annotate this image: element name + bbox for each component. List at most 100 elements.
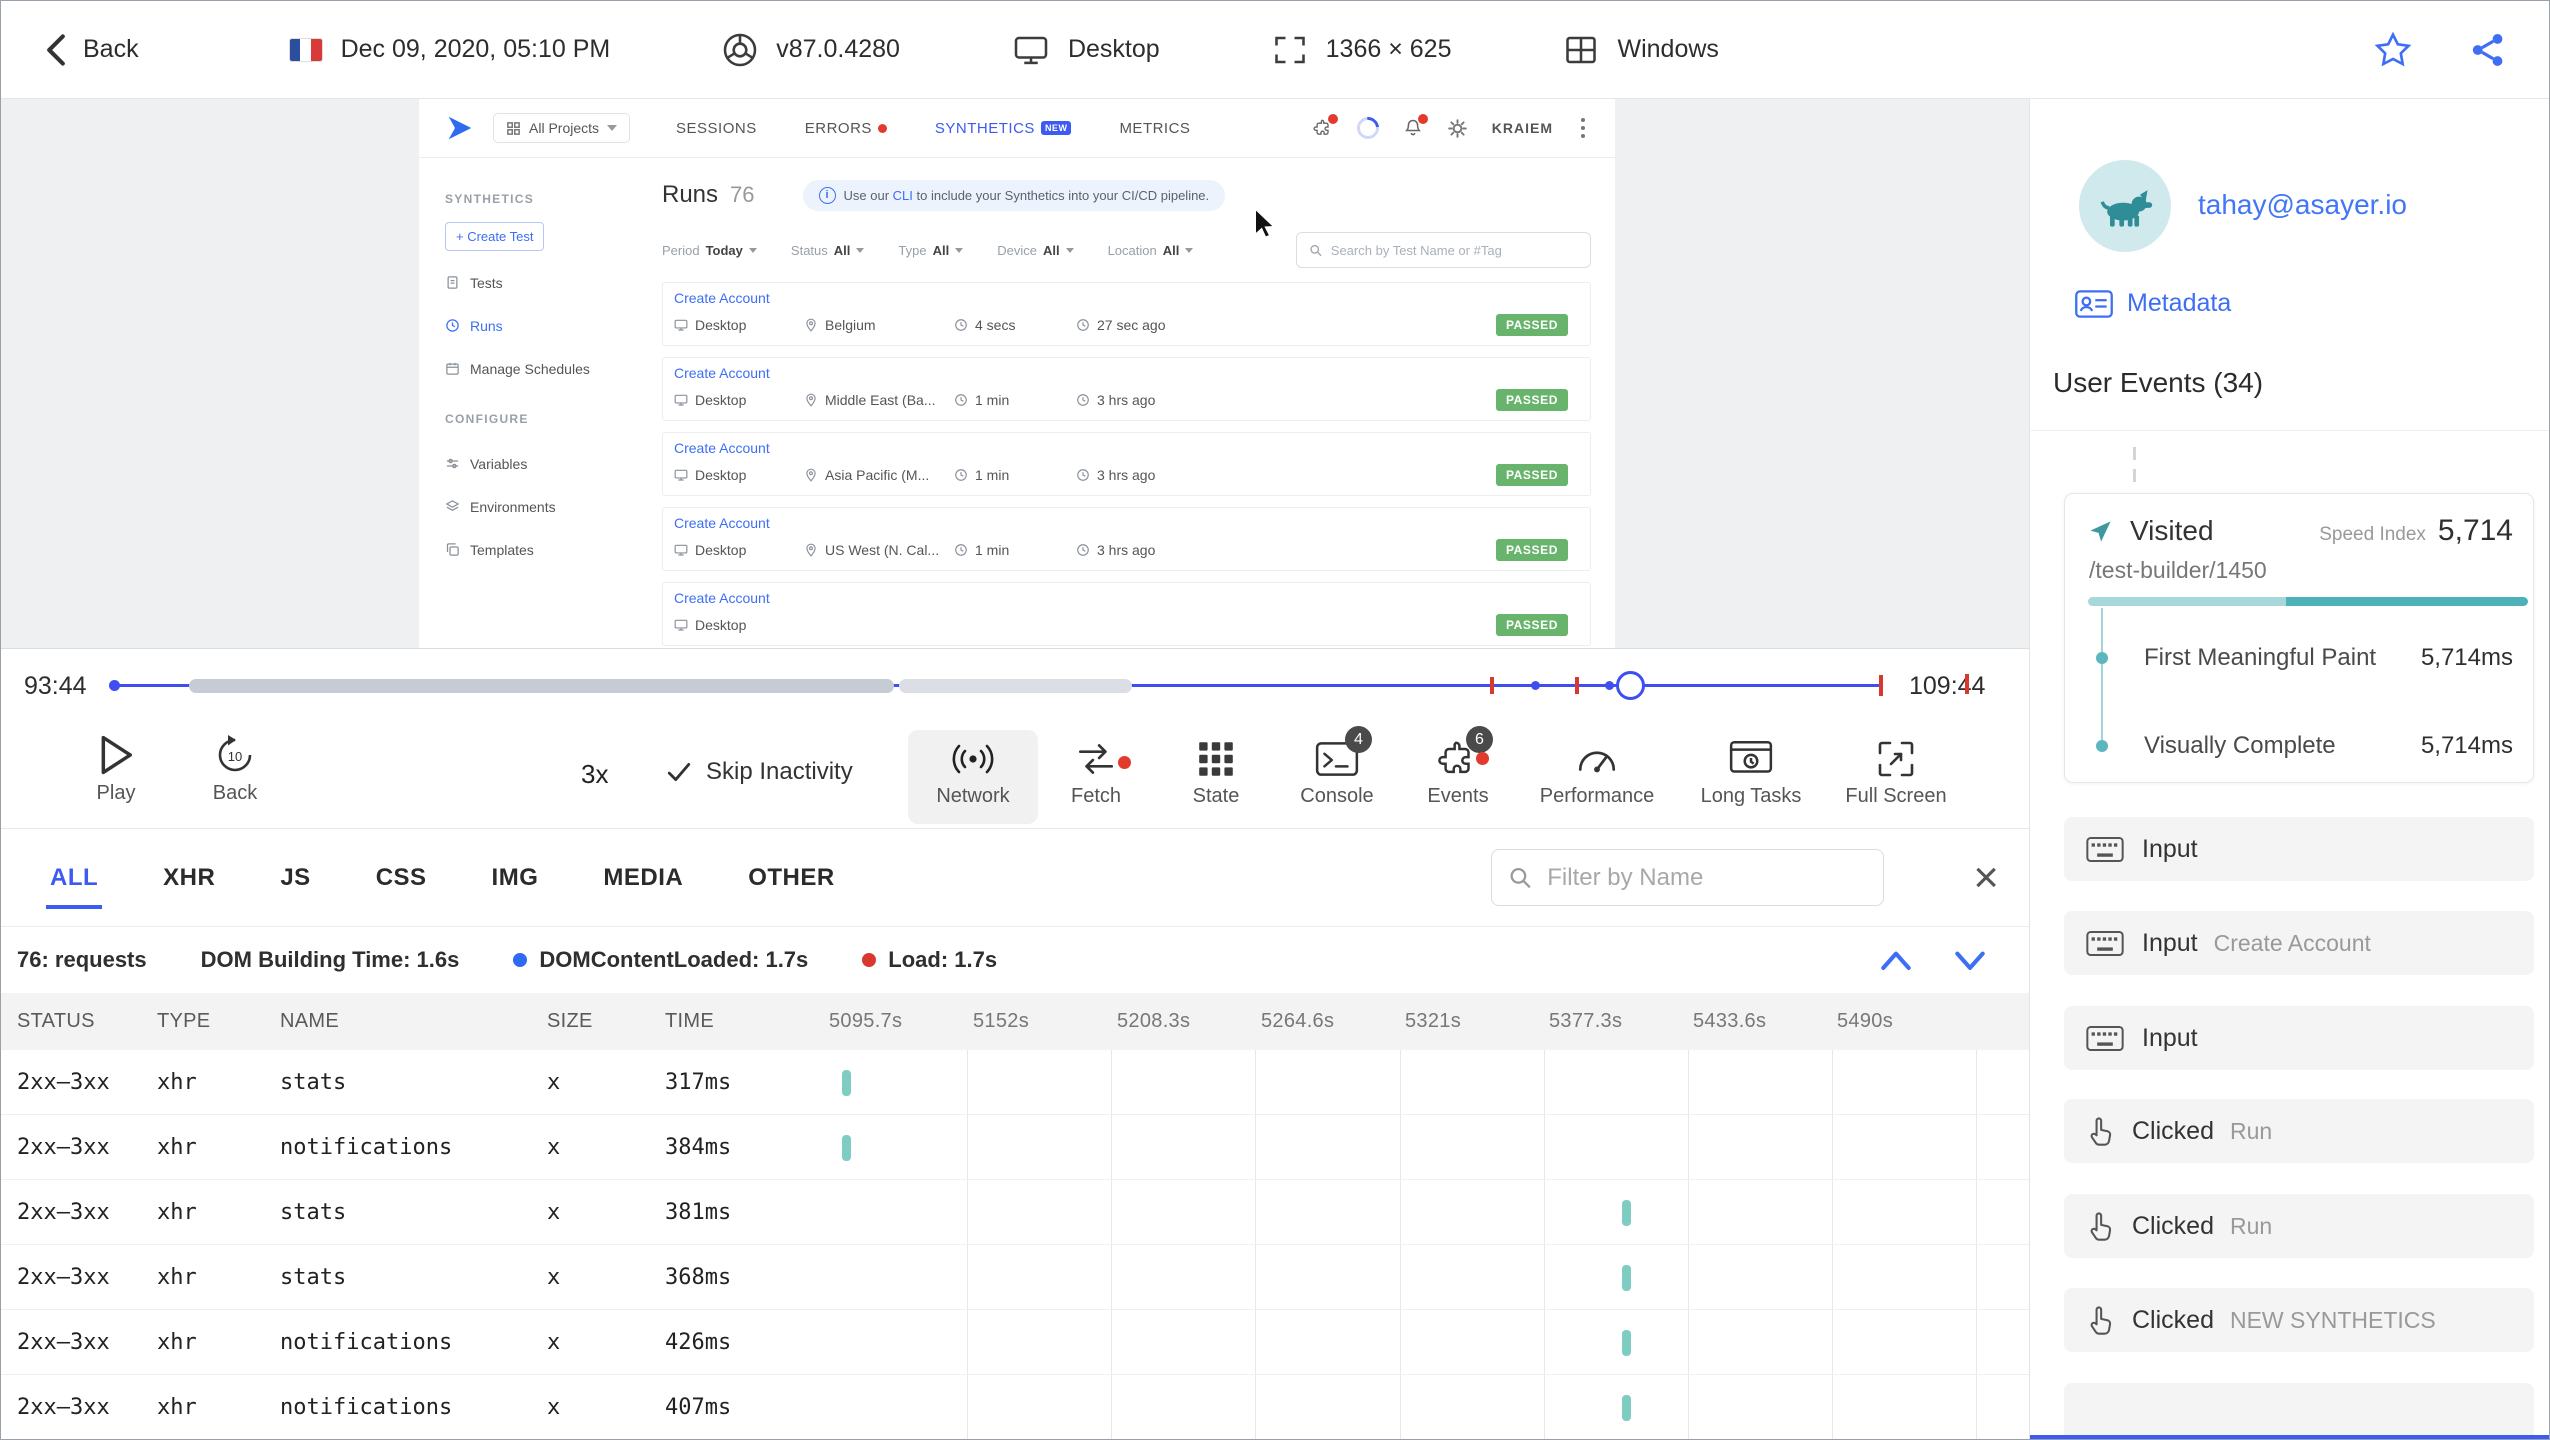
network-request-row[interactable]: 2xx–3xx xhr stats x 368ms	[1, 1245, 2029, 1310]
network-panel: ALL XHR JS CSS IMG MEDIA OTHER × 76: req…	[1, 829, 2029, 1439]
replay-stage[interactable]: All Projects SESSIONS ERRORS SYNTHETICS N…	[1, 99, 2029, 648]
favorite-star-icon[interactable]	[2373, 30, 2413, 70]
monitor-icon	[1014, 36, 1048, 64]
os-label: Windows	[1617, 35, 1719, 63]
status-badge: PASSED	[1495, 389, 1568, 411]
clicked-event-card[interactable]: Clicked NEW SYNTHETICS	[2064, 1288, 2534, 1352]
speed-index-label: Speed Index	[2319, 524, 2426, 545]
back-button[interactable]: Back	[45, 33, 139, 67]
clicked-event-card[interactable]: Clicked Run	[2064, 1099, 2534, 1163]
timeline-row: 93:44 109:44	[1, 648, 2029, 722]
speed-index-bar	[2088, 597, 2528, 606]
session-player-page: Back Dec 09, 2020, 05:10 PM v87.0.4280 D…	[0, 0, 2550, 1440]
timeline-event-marker-red	[1575, 677, 1579, 694]
navigation-arrow-icon	[2090, 520, 2111, 542]
console-panel-button[interactable]: 4 Console	[1272, 726, 1402, 824]
run-name-link: Create Account	[674, 515, 770, 531]
location-pin-icon	[806, 543, 816, 557]
search-icon	[1310, 244, 1322, 256]
clock-icon	[446, 319, 459, 332]
id-card-icon	[2075, 289, 2113, 318]
timeline-track[interactable]	[109, 649, 1883, 723]
run-name-link: Create Account	[674, 590, 770, 606]
network-request-row[interactable]: 2xx–3xx xhr stats x 317ms	[1, 1050, 2029, 1115]
sidebar-item-runs: Runs	[445, 304, 591, 347]
time-ago-clock-icon	[1077, 394, 1089, 406]
red-dot-icon	[862, 953, 877, 967]
skip-inactivity-toggle[interactable]: Skip Inactivity	[666, 758, 853, 786]
partial-event-card[interactable]	[2064, 1383, 2534, 1439]
sidebar-item-environments: Environments	[445, 485, 591, 528]
events-panel-button[interactable]: 6 Events	[1393, 726, 1523, 824]
location-pin-icon	[806, 468, 816, 482]
metadata-button[interactable]: Metadata	[2075, 289, 2231, 318]
runs-title: Runs	[662, 181, 719, 208]
new-badge: NEW	[1040, 121, 1072, 135]
share-icon[interactable]	[2469, 31, 2507, 69]
requests-count: 76: requests	[17, 947, 147, 972]
close-panel-icon[interactable]: ×	[1973, 855, 1999, 900]
net-tab-js[interactable]: JS	[280, 864, 310, 892]
jump-previous-icon[interactable]	[1877, 947, 1915, 973]
duration-clock-icon	[955, 319, 967, 331]
play-button[interactable]: Play	[76, 734, 156, 805]
network-tabs: ALL XHR JS CSS IMG MEDIA OTHER ×	[1, 829, 2029, 927]
long-tasks-panel-button[interactable]: Long Tasks	[1686, 730, 1816, 824]
event-connector-dash	[2133, 469, 2136, 482]
input-event-card[interactable]: Input	[2064, 1006, 2534, 1070]
net-tab-img[interactable]: IMG	[492, 864, 539, 892]
net-tab-css[interactable]: CSS	[376, 864, 427, 892]
monitor-icon	[674, 619, 688, 631]
network-request-row[interactable]: 2xx–3xx xhr notifications x 384ms	[1, 1115, 2029, 1180]
net-tab-xhr[interactable]: XHR	[163, 864, 215, 892]
net-tab-media[interactable]: MEDIA	[603, 864, 683, 892]
keyboard-icon	[2086, 1025, 2124, 1051]
resolution-brackets-icon	[1274, 36, 1305, 63]
inactivity-segment	[899, 679, 1132, 693]
sliders-icon	[446, 458, 459, 469]
input-event-card[interactable]: Input	[2064, 817, 2534, 881]
resolution-label: 1366 × 625	[1325, 35, 1452, 63]
monitor-icon	[674, 394, 688, 406]
run-name-link: Create Account	[674, 440, 770, 456]
network-request-row[interactable]: 2xx–3xx xhr notifications x 407ms	[1, 1375, 2029, 1439]
back-label: Back	[83, 35, 139, 63]
load-time: Load: 1.7s	[862, 947, 997, 973]
fetch-panel-button[interactable]: Fetch	[1031, 730, 1161, 824]
loading-spinner-icon	[1352, 112, 1384, 144]
timeline-end-marker	[1879, 675, 1883, 696]
run-card: Create Account Desktop Middle East (Ba..…	[662, 357, 1591, 421]
request-timing-marker	[842, 1070, 851, 1096]
jump-next-icon[interactable]	[1951, 947, 1989, 973]
state-panel-button[interactable]: State	[1151, 730, 1281, 824]
chevron-down-icon	[607, 125, 618, 131]
net-tab-other[interactable]: OTHER	[748, 864, 835, 892]
play-icon	[101, 735, 132, 775]
rewind-10-icon: 10	[218, 735, 252, 772]
os-type: Windows	[1563, 32, 1719, 68]
speed-toggle[interactable]: 3x	[581, 759, 608, 790]
run-name-link: Create Account	[674, 365, 770, 381]
fetch-icon	[1078, 744, 1114, 774]
back-10s-button[interactable]: 10 Back	[195, 734, 275, 805]
input-event-card[interactable]: Input Create Account	[2064, 911, 2534, 975]
network-table-header: STATUS TYPE NAME SIZE TIME 5095.7s 5152s…	[1, 993, 2029, 1050]
clicked-event-card[interactable]: Clicked Run	[2064, 1194, 2534, 1258]
performance-panel-button[interactable]: Performance	[1532, 730, 1662, 824]
network-filter-input[interactable]	[1491, 849, 1885, 906]
network-request-row[interactable]: 2xx–3xx xhr notifications x 426ms	[1, 1310, 2029, 1375]
copy-icon	[446, 543, 459, 556]
browser-version: v87.0.4280	[722, 32, 900, 68]
full-screen-button[interactable]: Full Screen	[1831, 730, 1961, 824]
timeline-start-dot	[109, 680, 120, 691]
chevron-down-icon	[1065, 247, 1074, 253]
chrome-browser-icon	[723, 33, 757, 66]
network-panel-button[interactable]: Network	[908, 730, 1038, 824]
network-request-row[interactable]: 2xx–3xx xhr stats x 381ms	[1, 1180, 2029, 1245]
visited-event-card[interactable]: Visited Speed Index 5,714 /test-builder/…	[2064, 493, 2534, 783]
timeline-scrubber[interactable]	[1616, 671, 1645, 700]
player-controls: Play 10 Back 3x Skip Inactivity Network …	[1, 722, 2029, 829]
sidebar-section-synthetics: SYNTHETICS	[445, 192, 535, 206]
net-tab-all[interactable]: ALL	[45, 864, 103, 909]
duration-clock-icon	[955, 544, 967, 556]
